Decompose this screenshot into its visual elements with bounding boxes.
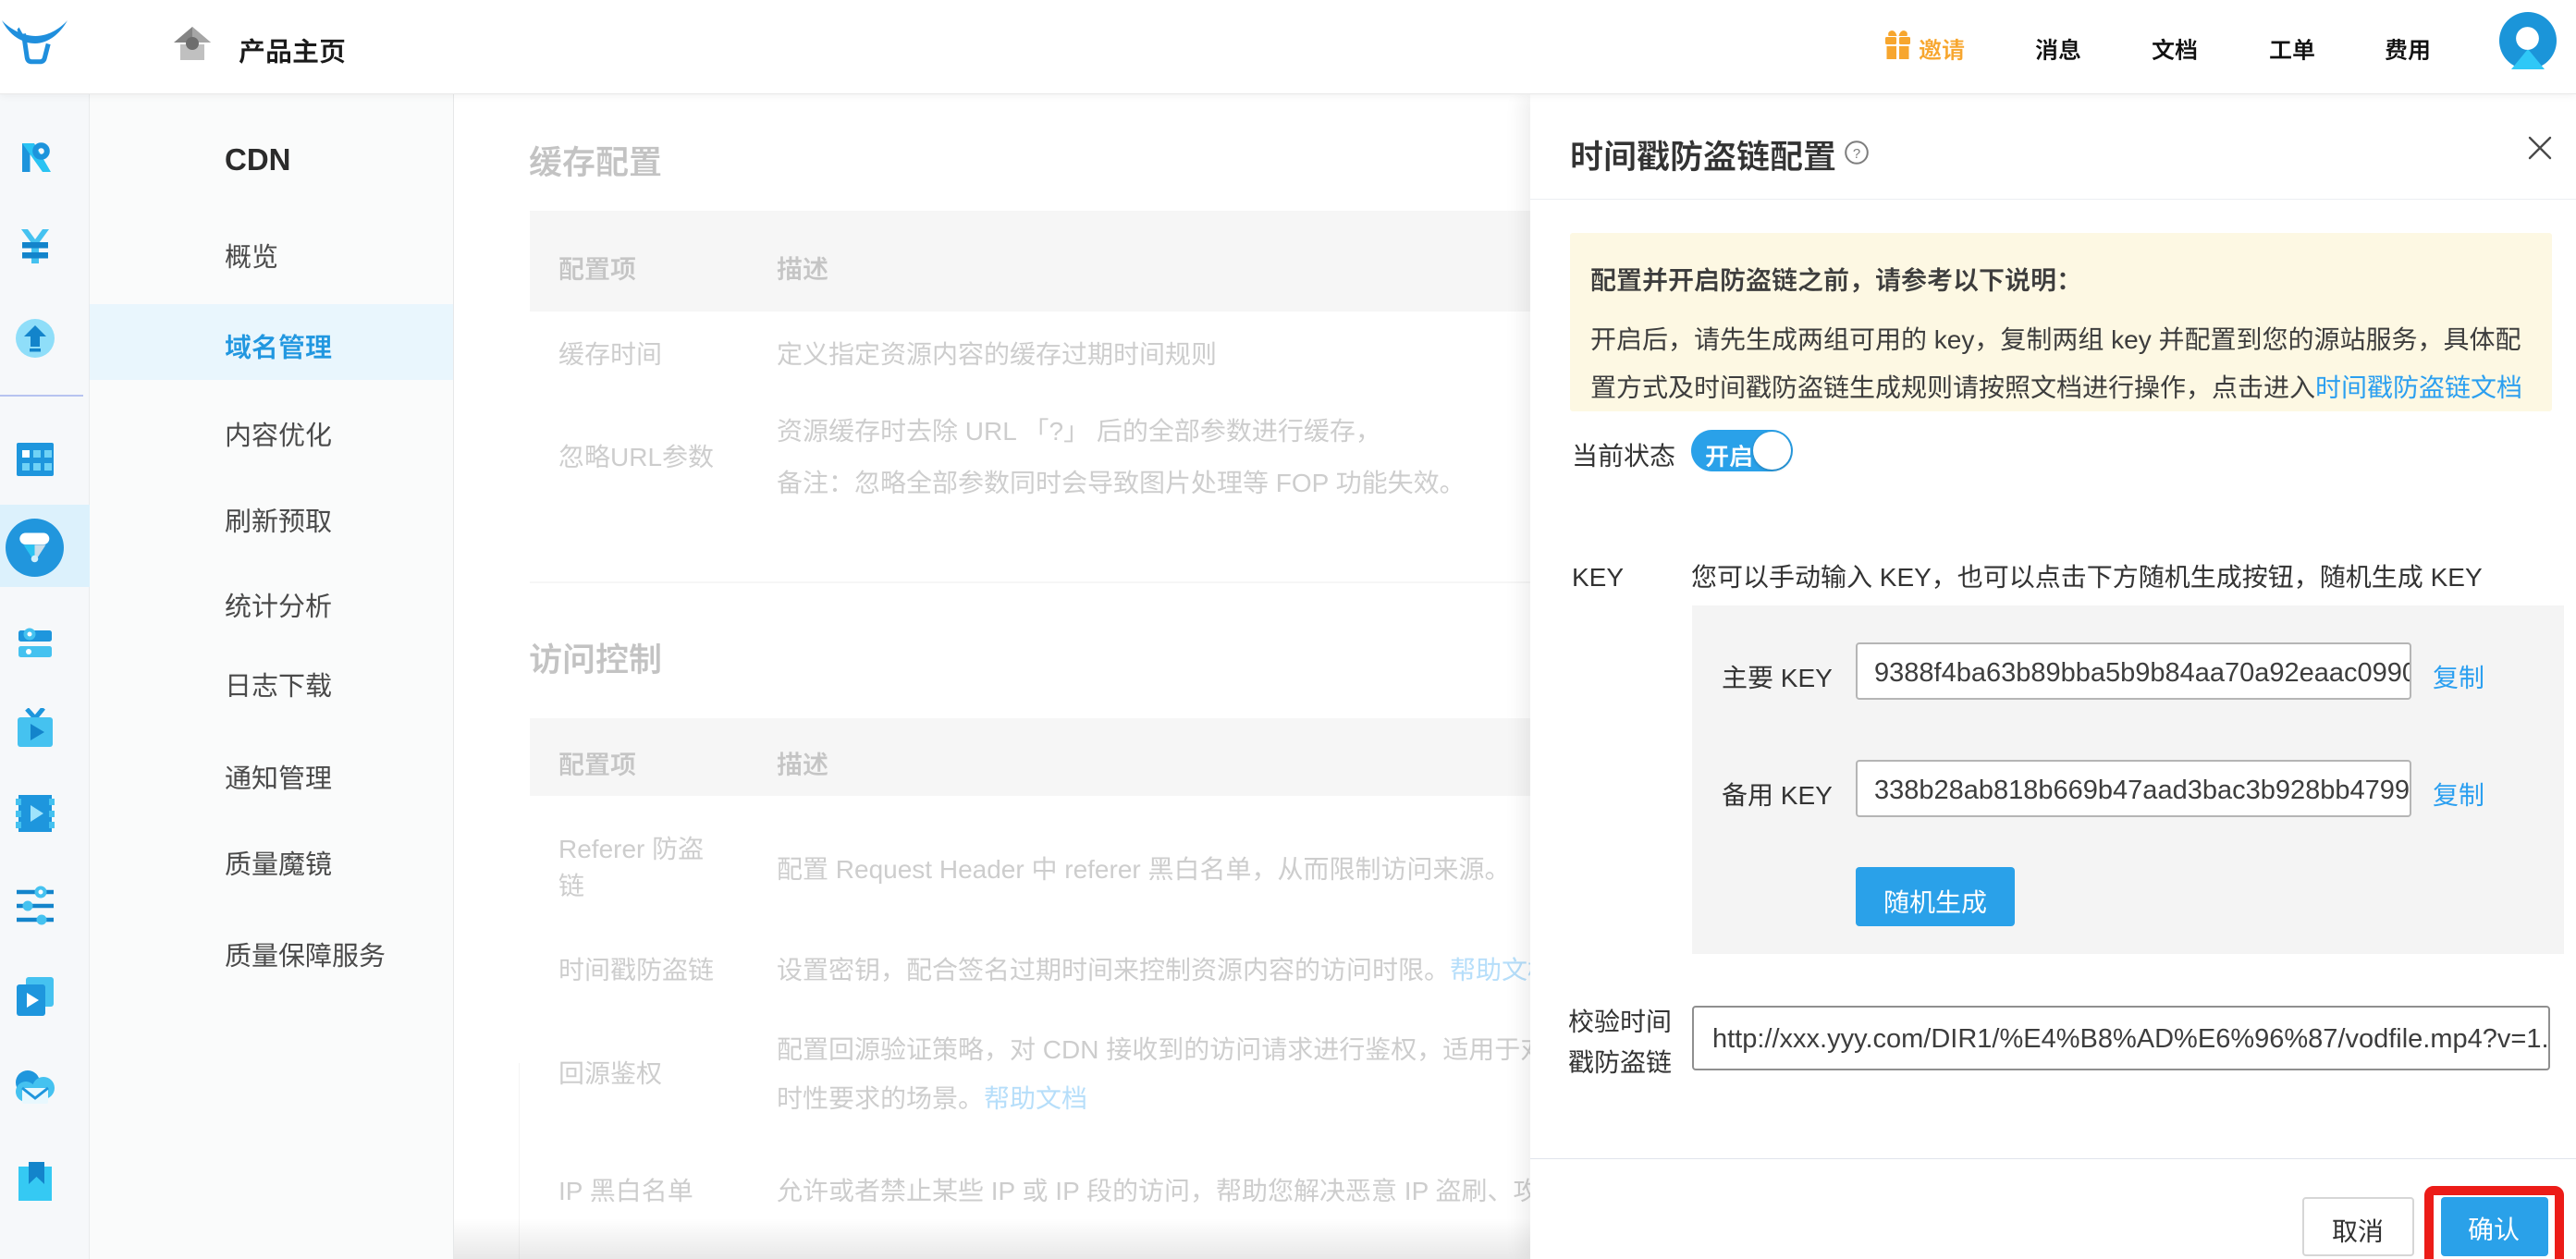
svg-text:?: ? (1853, 146, 1860, 162)
